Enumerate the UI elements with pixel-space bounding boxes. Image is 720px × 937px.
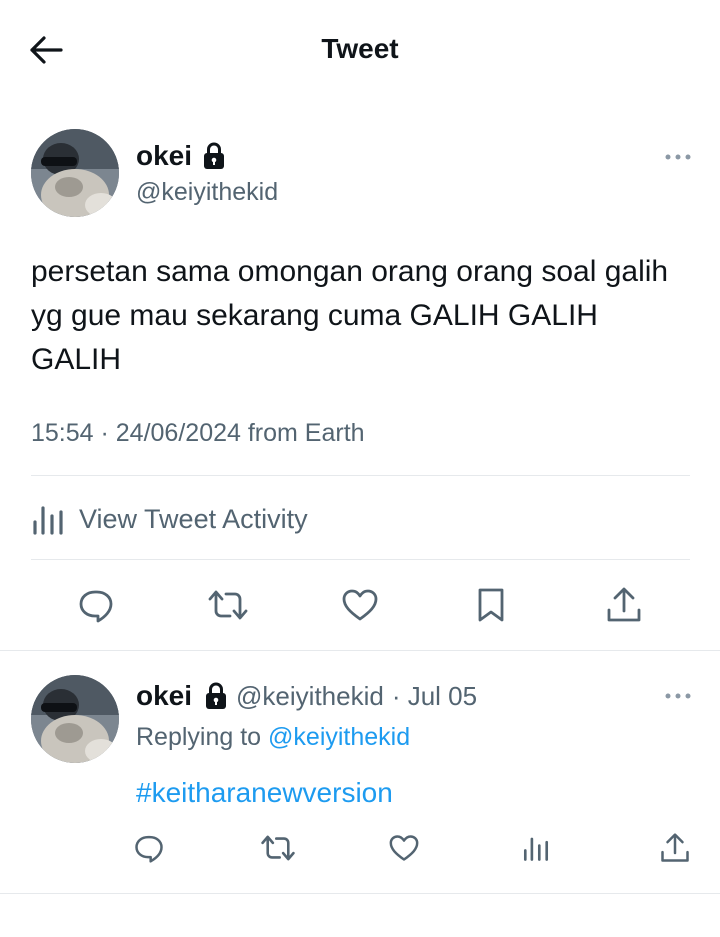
reply-header: okei @keiyithekid · Jul 05 <box>136 680 477 712</box>
reply-analytics-button[interactable] <box>513 825 559 871</box>
author-name-row: okei <box>136 140 226 172</box>
reply-share-button[interactable] <box>652 825 698 871</box>
analytics-icon <box>523 837 549 861</box>
like-icon <box>389 835 419 861</box>
replying-to-link[interactable]: @keiyithekid <box>268 723 410 751</box>
reply-author-name[interactable]: okei <box>136 680 192 712</box>
share-button[interactable] <box>596 577 652 633</box>
reply-reply-button[interactable] <box>126 825 172 871</box>
author-handle[interactable]: @keiyithekid <box>136 178 278 207</box>
lock-icon <box>206 682 227 709</box>
avatar-image <box>31 129 119 217</box>
reply-retweet-button[interactable] <box>255 825 301 871</box>
page-title: Tweet <box>321 33 399 64</box>
share-icon <box>661 833 689 862</box>
section-divider <box>0 650 720 651</box>
retweet-icon <box>208 590 248 620</box>
divider <box>31 475 690 476</box>
tweet-text: persetan sama omongan orang orang soal g… <box>31 255 669 376</box>
reply-more-options-button[interactable] <box>658 686 698 706</box>
reply-avatar[interactable] <box>31 675 119 763</box>
tweet-timestamp[interactable]: 15:54 · 24/06/2024 from Earth <box>31 419 365 448</box>
bookmark-icon <box>478 588 504 622</box>
avatar[interactable] <box>31 129 119 217</box>
like-button[interactable] <box>332 577 388 633</box>
reply-author-handle[interactable]: @keiyithekid <box>236 681 384 712</box>
replying-to-prefix: Replying to <box>136 723 262 751</box>
hashtag-link[interactable]: #keitharanewversion <box>136 777 393 809</box>
retweet-button[interactable] <box>200 577 256 633</box>
view-activity-button[interactable]: View Tweet Activity <box>31 496 308 542</box>
more-horizontal-icon <box>665 154 691 160</box>
analytics-icon <box>33 506 63 535</box>
bookmark-button[interactable] <box>463 577 519 633</box>
reply-icon <box>135 835 163 863</box>
retweet-icon <box>261 835 295 861</box>
author-name[interactable]: okei <box>136 140 192 172</box>
reply-date: · Jul 05 <box>391 680 478 711</box>
bottom-divider <box>0 893 720 894</box>
like-icon <box>342 589 378 621</box>
avatar-image <box>31 675 119 763</box>
divider <box>31 559 690 560</box>
reply-button[interactable] <box>68 577 124 633</box>
reply-icon <box>79 590 113 623</box>
reply-like-button[interactable] <box>381 825 427 871</box>
replying-to-line: Replying to @keiyithekid <box>136 723 410 752</box>
more-horizontal-icon <box>665 693 691 699</box>
view-activity-label: View Tweet Activity <box>79 503 308 534</box>
lock-icon <box>204 142 225 169</box>
share-icon <box>607 587 641 622</box>
more-options-button[interactable] <box>658 147 698 167</box>
